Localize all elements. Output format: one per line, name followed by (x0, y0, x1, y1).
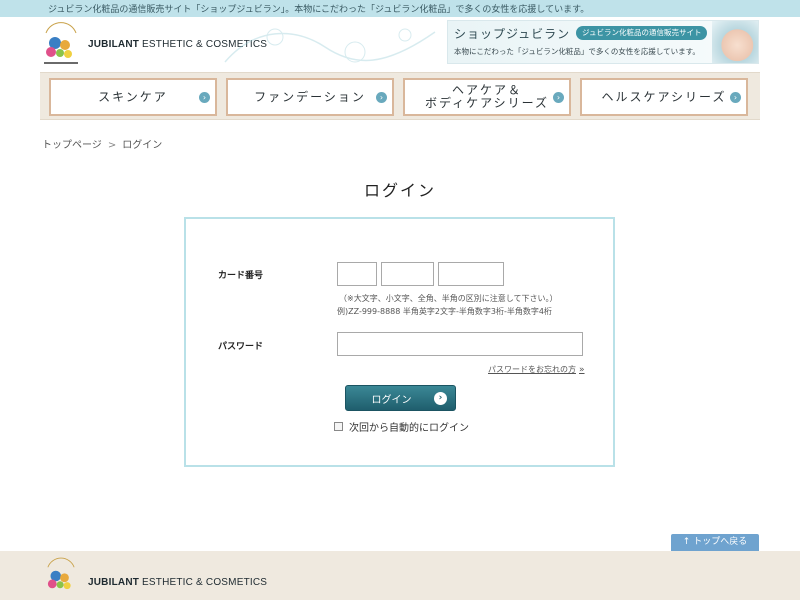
nav-healthcare[interactable]: ヘルスケアシリーズ › (580, 78, 748, 116)
login-button[interactable]: ログイン › (345, 385, 456, 411)
nav-label: ヘルスケアシリーズ (601, 89, 727, 104)
nav-label: ファンデーション (254, 89, 366, 104)
breadcrumb: トップページ > ログイン (42, 136, 162, 151)
top-info-bar: ジュビラン化粧品の通信販売サイト「ショップジュビラン」。本物にこだわった「ジュビ… (0, 0, 800, 17)
model-photo (712, 21, 758, 63)
main-nav: スキンケア › ファンデーション › ヘアケア＆ ボディケアシリーズ › ヘルス… (40, 72, 760, 120)
nav-foundation[interactable]: ファンデーション › (226, 78, 394, 116)
footer-brand-name: JUBILANT ESTHETIC & COSMETICS (88, 577, 268, 588)
banner-pill: ジュビラン化粧品の通信販売サイト (576, 26, 708, 40)
footer-logo-icon[interactable] (40, 555, 82, 597)
auto-login-label[interactable]: 次回から自動的にログイン (349, 419, 469, 434)
back-to-top-button[interactable]: ↑ トップへ戻る (671, 534, 759, 551)
banner-title: ショップジュビラン (454, 27, 571, 41)
auto-login-row: 次回から自動的にログイン (334, 419, 469, 434)
nav-haircare-bodycare[interactable]: ヘアケア＆ ボディケアシリーズ › (403, 78, 571, 116)
breadcrumb-current: ログイン (122, 140, 163, 151)
breadcrumb-home[interactable]: トップページ (42, 140, 102, 151)
nav-label: スキンケア (98, 89, 168, 104)
banner-subtitle: 本物にこだわった「ジュビラン化粧品」で多くの女性を応援しています。 (454, 47, 700, 56)
card-number-example: 例)ZZ-999-8888 半角英字2文字-半角数字3桁-半角数字4桁 (337, 307, 552, 316)
login-button-label: ログイン (371, 394, 412, 406)
page-title: ログイン (363, 181, 436, 200)
breadcrumb-separator: > (107, 140, 117, 151)
top-info-text: ジュビラン化粧品の通信販売サイト「ショップジュビラン」。本物にこだわった「ジュビ… (48, 5, 590, 15)
chevron-right-icon: › (376, 92, 387, 103)
card-number-part3-input[interactable] (438, 262, 504, 286)
card-number-label: カード番号 (218, 271, 264, 281)
logo-icon[interactable] (38, 19, 84, 67)
floral-decoration (224, 28, 436, 63)
password-label: パスワード (218, 342, 264, 352)
auto-login-checkbox[interactable] (334, 422, 343, 431)
card-number-part1-input[interactable] (337, 262, 377, 286)
password-input[interactable] (337, 332, 583, 356)
chevron-right-icon: › (730, 92, 741, 103)
nav-skincare[interactable]: スキンケア › (49, 78, 217, 116)
arrow-right-icon: › (434, 392, 447, 405)
site-footer: JUBILANT ESTHETIC & COSMETICS (0, 551, 800, 600)
login-form: カード番号 （※大文字、小文字、全角、半角の区別に注意して下さい。） 例)ZZ-… (184, 217, 615, 467)
chevron-right-icon: › (553, 92, 564, 103)
site-header: JUBILANT ESTHETIC & COSMETICS ショップジュビラン … (0, 17, 800, 72)
forgot-password-link[interactable]: パスワードをお忘れの方» (488, 364, 585, 375)
chevron-right-icon: › (199, 92, 210, 103)
double-chevron-icon: » (579, 365, 585, 375)
card-number-part2-input[interactable] (381, 262, 434, 286)
card-number-note: （※大文字、小文字、全角、半角の区別に注意して下さい。） (339, 294, 558, 303)
nav-label: ヘアケア＆ ボディケアシリーズ (424, 83, 550, 110)
shop-banner[interactable]: ショップジュビラン ジュビラン化粧品の通信販売サイト 本物にこだわった「ジュビラ… (447, 20, 759, 64)
